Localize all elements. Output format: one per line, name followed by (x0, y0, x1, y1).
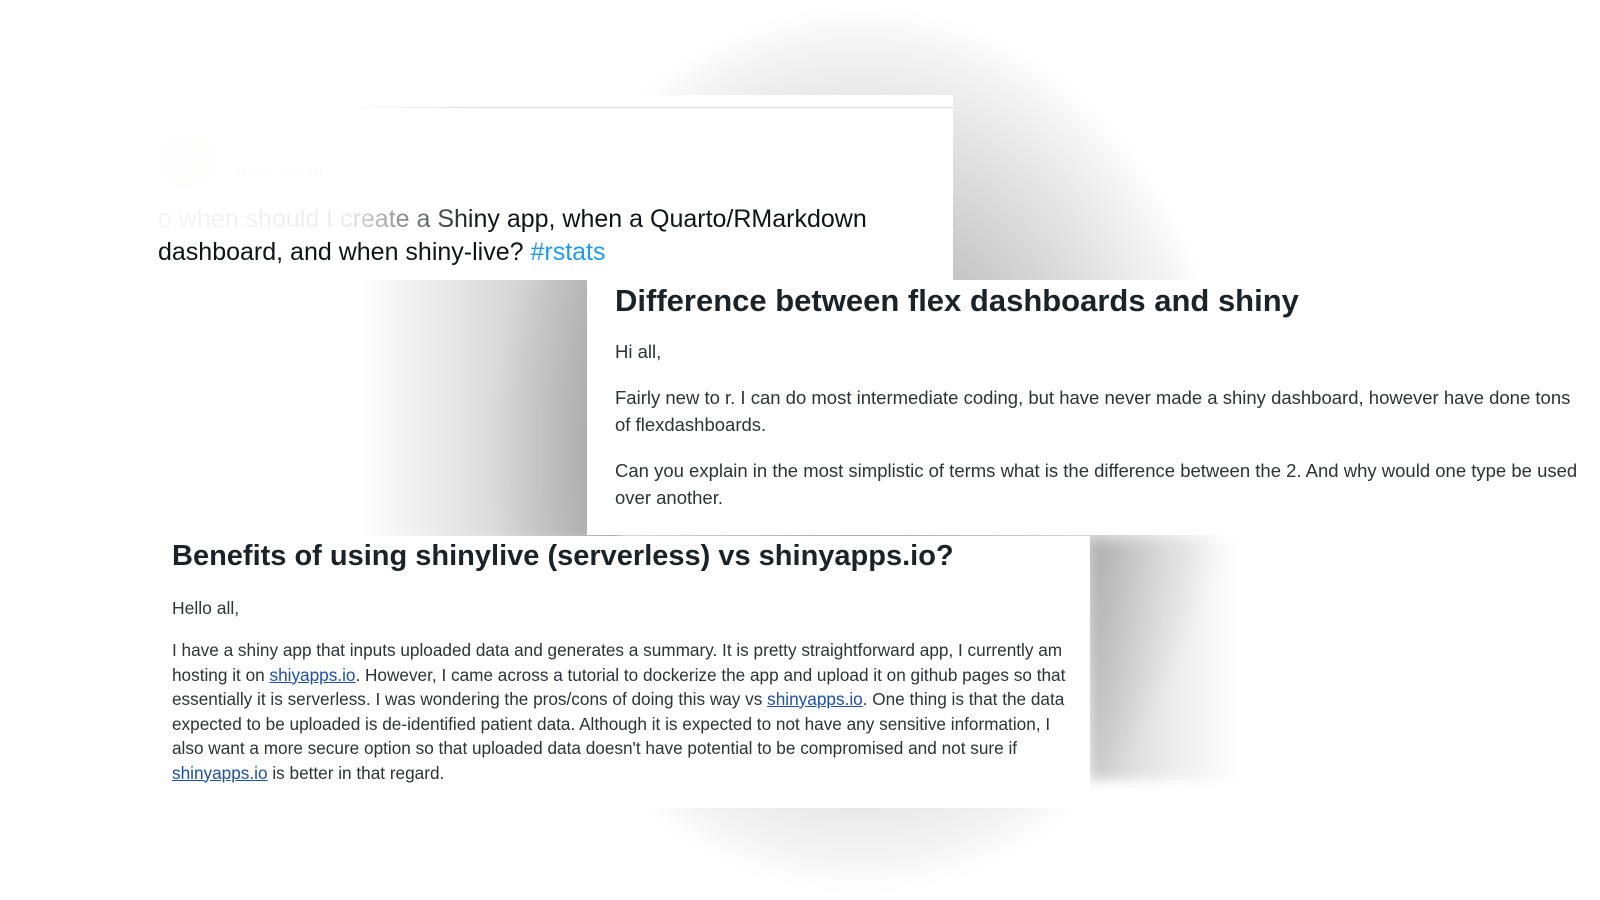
post-text-body: o when should I create a Shiny app, when… (158, 205, 867, 266)
shiyapps-link[interactable]: shiyapps.io (269, 665, 355, 685)
paragraph-text-4: is better in that regard. (267, 762, 445, 783)
divider (148, 107, 953, 108)
post-text: o when should I create a Shiny app, when… (158, 203, 928, 269)
question-paragraph-2: Can you explain in the most simplistic o… (615, 460, 1578, 508)
question-greeting-2: Hello all, (172, 598, 240, 618)
forum-question-card: Difference between flex dashboards and s… (587, 280, 1600, 535)
shadow-glow-right (1090, 540, 1240, 780)
question-title-2[interactable]: Benefits of using shinylive (serverless)… (172, 540, 954, 573)
collage-stage: bsky.social o when should I create a Shi… (0, 0, 1600, 900)
hashtag-link[interactable]: #rstats (530, 238, 605, 266)
avatar[interactable] (160, 133, 216, 189)
social-post-card: bsky.social o when should I create a Shi… (148, 95, 953, 280)
shadow-glow-left (360, 260, 620, 540)
question-paragraph-body: I have a shiny app that inputs uploaded … (172, 638, 1077, 785)
question-title[interactable]: Difference between flex dashboards and s… (615, 283, 1299, 319)
question-greeting: Hi all, (615, 341, 662, 362)
question-paragraph-1: Fairly new to r. I can do most intermedi… (615, 387, 1571, 435)
shinyapps-link-2[interactable]: shinyapps.io (172, 763, 268, 783)
forum-question-card-2: Benefits of using shinylive (serverless)… (150, 536, 1090, 808)
post-handle[interactable]: bsky.social (236, 161, 328, 183)
shinyapps-link[interactable]: shinyapps.io (767, 689, 863, 709)
